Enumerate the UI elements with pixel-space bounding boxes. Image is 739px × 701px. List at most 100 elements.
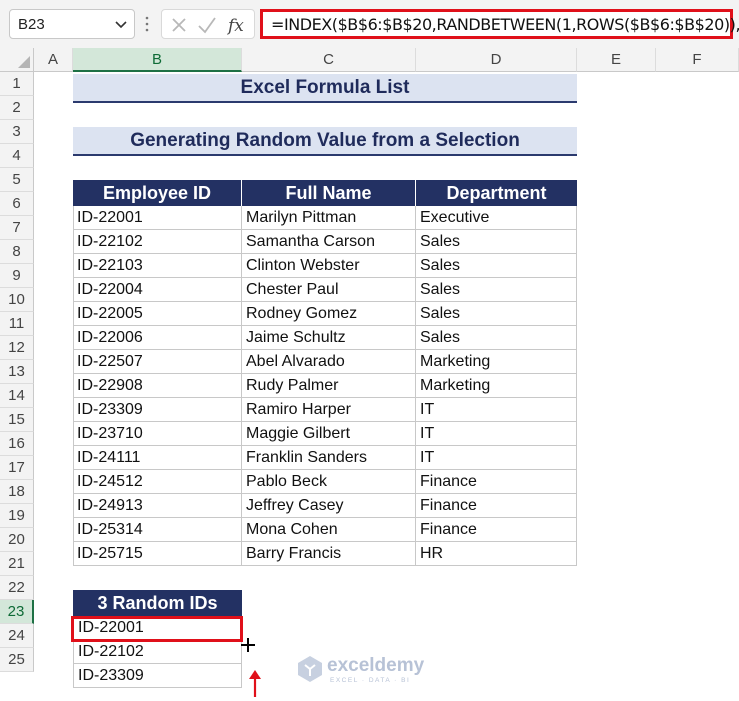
row-header-10[interactable]: 10 xyxy=(0,288,34,312)
check-icon[interactable] xyxy=(195,13,219,37)
arrow-up-icon xyxy=(249,670,261,697)
employee-id-cell[interactable]: ID-24111 xyxy=(73,446,242,470)
row-header-20[interactable]: 20 xyxy=(0,528,34,552)
formula-bar: B23 fx =INDEX($B$6:$B$20,RANDBETWEEN(1,R… xyxy=(0,0,739,49)
column-header-b[interactable]: B xyxy=(73,48,242,72)
watermark-name: exceldemy xyxy=(327,655,425,676)
row-header-7[interactable]: 7 xyxy=(0,216,34,240)
column-header-c[interactable]: C xyxy=(242,48,416,72)
employee-id-cell[interactable]: ID-24512 xyxy=(73,470,242,494)
watermark-tagline: EXCEL · DATA · BI xyxy=(330,677,411,684)
full-name-cell[interactable]: Chester Paul xyxy=(242,278,416,302)
row-header-16[interactable]: 16 xyxy=(0,432,34,456)
employee-id-cell[interactable]: ID-25314 xyxy=(73,518,242,542)
chevron-down-icon[interactable] xyxy=(112,14,130,34)
department-cell[interactable]: HR xyxy=(416,542,577,566)
employee-id-cell[interactable]: ID-22507 xyxy=(73,350,242,374)
exceldemy-logo-icon xyxy=(298,656,322,682)
department-cell[interactable]: IT xyxy=(416,422,577,446)
row-header-12[interactable]: 12 xyxy=(0,336,34,360)
row-header-14[interactable]: 14 xyxy=(0,384,34,408)
random-ids-header[interactable]: 3 Random IDs xyxy=(73,590,242,616)
row-header-22[interactable]: 22 xyxy=(0,576,34,600)
column-header-f[interactable]: F xyxy=(656,48,739,72)
employee-id-cell[interactable]: ID-22004 xyxy=(73,278,242,302)
row-header-11[interactable]: 11 xyxy=(0,312,34,336)
select-all-triangle-icon xyxy=(18,56,30,68)
full-name-cell[interactable]: Barry Francis xyxy=(242,542,416,566)
svg-text:fx: fx xyxy=(226,16,244,36)
full-name-cell[interactable]: Pablo Beck xyxy=(242,470,416,494)
header-department[interactable]: Department xyxy=(416,180,577,206)
row-header-5[interactable]: 5 xyxy=(0,168,34,192)
department-cell[interactable]: Sales xyxy=(416,326,577,350)
row-header-9[interactable]: 9 xyxy=(0,264,34,288)
x-icon[interactable] xyxy=(167,13,191,37)
full-name-cell[interactable]: Jeffrey Casey xyxy=(242,494,416,518)
row-header-6[interactable]: 6 xyxy=(0,192,34,216)
department-cell[interactable]: Marketing xyxy=(416,374,577,398)
full-name-cell[interactable]: Jaime Schultz xyxy=(242,326,416,350)
random-id-cell[interactable]: ID-23309 xyxy=(73,664,242,688)
department-cell[interactable]: Finance xyxy=(416,518,577,542)
header-employee-id[interactable]: Employee ID xyxy=(73,180,242,206)
column-header-e[interactable]: E xyxy=(577,48,656,72)
employee-id-cell[interactable]: ID-23710 xyxy=(73,422,242,446)
employee-id-cell[interactable]: ID-25715 xyxy=(73,542,242,566)
employee-id-cell[interactable]: ID-22102 xyxy=(73,230,242,254)
full-name-cell[interactable]: Maggie Gilbert xyxy=(242,422,416,446)
name-box-value: B23 xyxy=(18,16,45,33)
function-icon[interactable]: fx xyxy=(225,13,249,37)
row-header-24[interactable]: 24 xyxy=(0,624,34,648)
full-name-cell[interactable]: Franklin Sanders xyxy=(242,446,416,470)
row-header-1[interactable]: 1 xyxy=(0,72,34,96)
employee-id-cell[interactable]: ID-23309 xyxy=(73,398,242,422)
row-header-13[interactable]: 13 xyxy=(0,360,34,384)
employee-id-cell[interactable]: ID-22908 xyxy=(73,374,242,398)
employee-id-cell[interactable]: ID-24913 xyxy=(73,494,242,518)
employee-id-cell[interactable]: ID-22005 xyxy=(73,302,242,326)
department-cell[interactable]: Finance xyxy=(416,470,577,494)
full-name-cell[interactable]: Rudy Palmer xyxy=(242,374,416,398)
row-header-25[interactable]: 25 xyxy=(0,648,34,672)
row-header-17[interactable]: 17 xyxy=(0,456,34,480)
formula-input[interactable]: =INDEX($B$6:$B$20,RANDBETWEEN(1,ROWS($B$… xyxy=(260,9,739,39)
department-cell[interactable]: Sales xyxy=(416,302,577,326)
full-name-cell[interactable]: Abel Alvarado xyxy=(242,350,416,374)
header-full-name[interactable]: Full Name xyxy=(242,180,416,206)
row-header-23[interactable]: 23 xyxy=(0,600,34,624)
row-header-3[interactable]: 3 xyxy=(0,120,34,144)
column-header-a[interactable]: A xyxy=(34,48,73,72)
employee-id-cell[interactable]: ID-22103 xyxy=(73,254,242,278)
row-header-15[interactable]: 15 xyxy=(0,408,34,432)
more-dots-icon[interactable] xyxy=(141,14,153,34)
selected-cell-highlight xyxy=(71,616,243,642)
fill-cursor-icon xyxy=(241,638,255,652)
full-name-cell[interactable]: Samantha Carson xyxy=(242,230,416,254)
name-box[interactable]: B23 xyxy=(9,9,135,39)
row-header-19[interactable]: 19 xyxy=(0,504,34,528)
row-header-2[interactable]: 2 xyxy=(0,96,34,120)
department-cell[interactable]: Finance xyxy=(416,494,577,518)
department-cell[interactable]: Marketing xyxy=(416,350,577,374)
row-header-18[interactable]: 18 xyxy=(0,480,34,504)
full-name-cell[interactable]: Marilyn Pittman xyxy=(242,206,416,230)
row-header-21[interactable]: 21 xyxy=(0,552,34,576)
full-name-cell[interactable]: Clinton Webster xyxy=(242,254,416,278)
column-header-d[interactable]: D xyxy=(416,48,577,72)
employee-id-cell[interactable]: ID-22001 xyxy=(73,206,242,230)
department-cell[interactable]: Sales xyxy=(416,278,577,302)
full-name-cell[interactable]: Mona Cohen xyxy=(242,518,416,542)
full-name-cell[interactable]: Rodney Gomez xyxy=(242,302,416,326)
department-cell[interactable]: Executive xyxy=(416,206,577,230)
full-name-cell[interactable]: Ramiro Harper xyxy=(242,398,416,422)
employee-id-cell[interactable]: ID-22006 xyxy=(73,326,242,350)
select-all-corner[interactable] xyxy=(0,48,34,72)
department-cell[interactable]: Sales xyxy=(416,254,577,278)
row-header-4[interactable]: 4 xyxy=(0,144,34,168)
random-id-cell[interactable]: ID-22102 xyxy=(73,640,242,664)
department-cell[interactable]: IT xyxy=(416,446,577,470)
department-cell[interactable]: IT xyxy=(416,398,577,422)
department-cell[interactable]: Sales xyxy=(416,230,577,254)
row-header-8[interactable]: 8 xyxy=(0,240,34,264)
